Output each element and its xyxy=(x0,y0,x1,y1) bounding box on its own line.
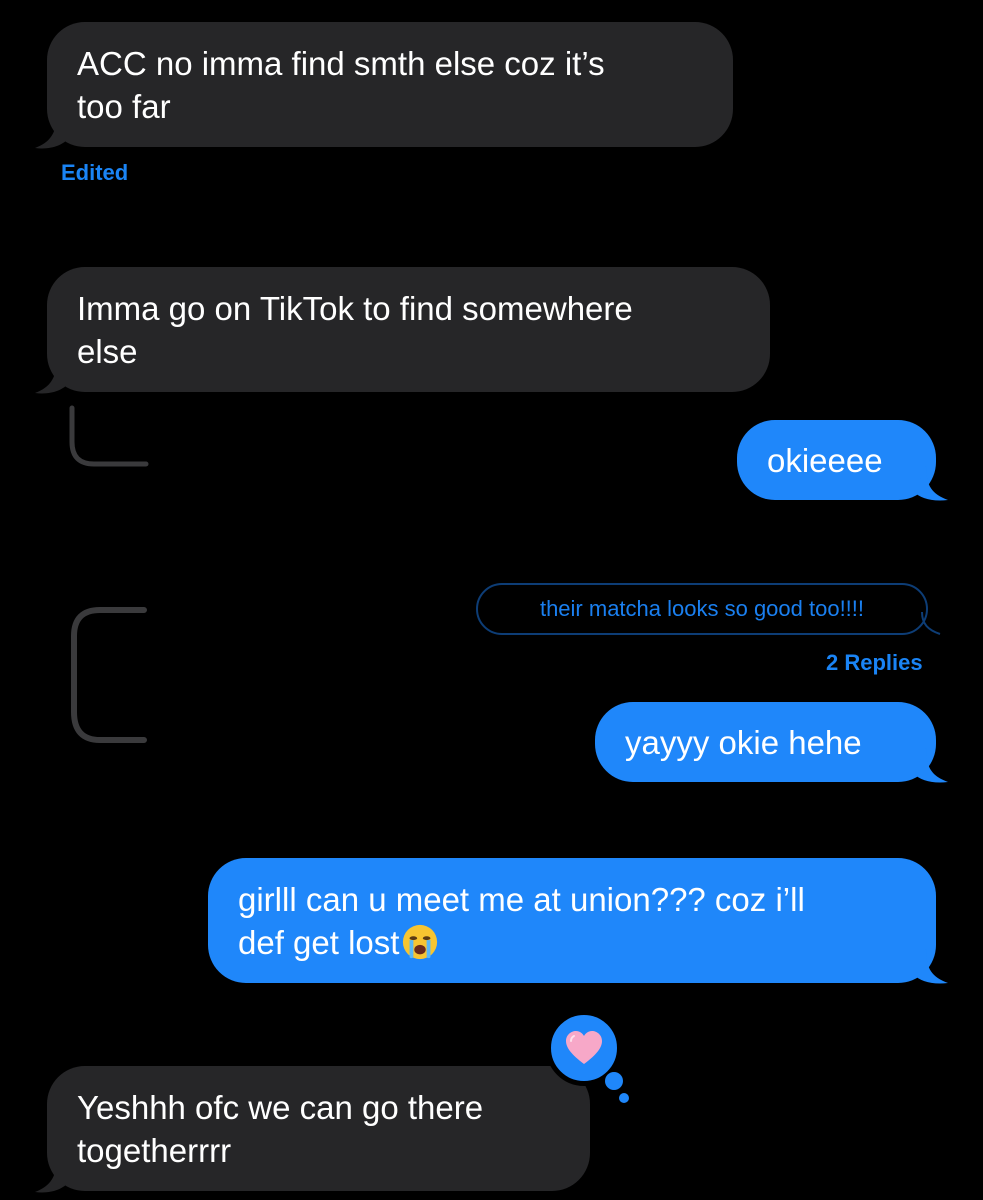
message-text: yayyy okie hehe xyxy=(625,723,862,761)
tapback-tail-dot xyxy=(605,1072,623,1090)
loudly-crying-face-icon xyxy=(403,924,438,959)
tapback-tail-dot-small xyxy=(619,1093,629,1103)
thread-connector-line xyxy=(69,405,149,467)
message-text: ACC no imma find smth else coz it’s too … xyxy=(77,44,605,125)
quoted-reply-tail xyxy=(921,611,941,635)
received-message-bubble[interactable]: Imma go on TikTok to find somewhere else xyxy=(47,267,770,392)
thread-replies-link[interactable]: 2 Replies xyxy=(826,650,923,676)
sent-message-bubble[interactable]: okieeee xyxy=(737,420,936,500)
bubble-tail xyxy=(35,1156,69,1193)
bubble-tail xyxy=(914,748,948,783)
bubble-tail xyxy=(35,112,69,149)
pink-heart-icon xyxy=(566,1031,602,1064)
quoted-reply-bubble[interactable]: their matcha looks so good too!!!! xyxy=(476,583,928,635)
received-message-bubble[interactable]: Yeshhh ofc we can go there togetherrrr xyxy=(47,1066,590,1191)
bubble-tail xyxy=(35,357,69,394)
sent-message-bubble[interactable]: yayyy okie hehe xyxy=(595,702,936,782)
bubble-tail xyxy=(914,949,948,984)
message-text: girlll can u meet me at union??? coz i’l… xyxy=(238,880,805,961)
message-text: okieeee xyxy=(767,441,883,479)
edited-label[interactable]: Edited xyxy=(61,160,128,186)
bubble-tail xyxy=(914,466,948,501)
sent-message-bubble[interactable]: girlll can u meet me at union??? coz i’l… xyxy=(208,858,936,983)
quoted-reply-text: their matcha looks so good too!!!! xyxy=(539,596,865,621)
received-message-bubble[interactable]: ACC no imma find smth else coz it’s too … xyxy=(47,22,733,147)
message-text: Imma go on TikTok to find somewhere else xyxy=(77,289,633,370)
thread-bracket-line xyxy=(71,607,147,743)
message-text: Yeshhh ofc we can go there togetherrrr xyxy=(77,1088,484,1169)
